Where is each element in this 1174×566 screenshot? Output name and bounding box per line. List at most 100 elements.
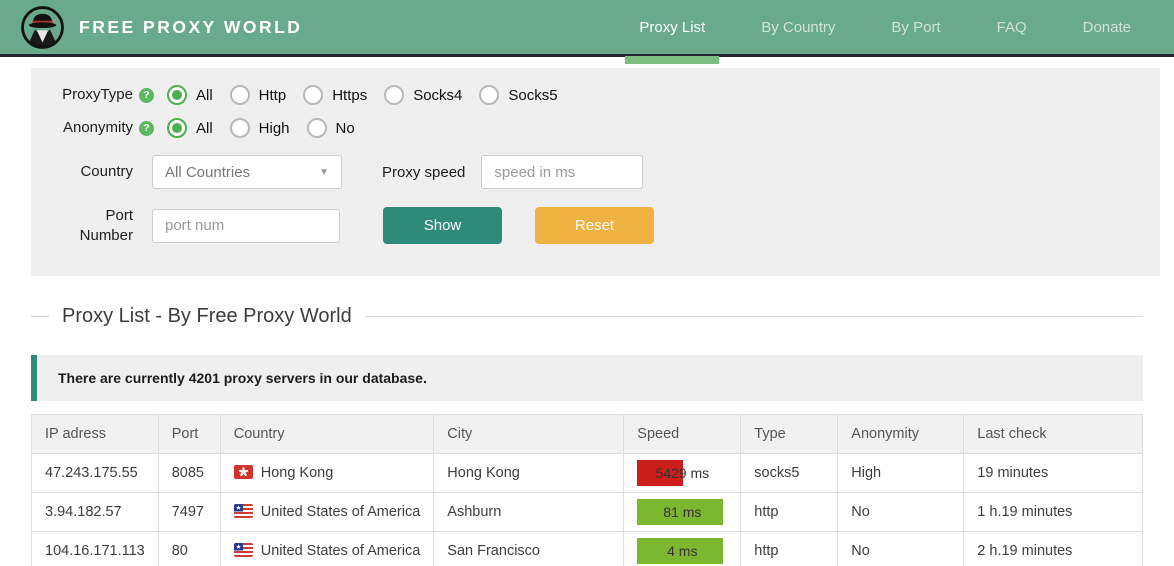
anonymity-label: Anonymity <box>62 119 133 137</box>
port-cell: 80 <box>157 531 221 566</box>
anonymity-options: All High No <box>167 118 372 138</box>
radio-anonymity-no[interactable]: No <box>306 118 355 138</box>
radio-proxytype-all[interactable]: All <box>167 85 213 105</box>
proxy-type-row: ProxyType ? All Http Https Socks4 Socks5 <box>55 85 1160 105</box>
last-check-cell: 19 minutes <box>963 453 1143 493</box>
proxy-speed-label: Proxy speed <box>382 163 466 181</box>
port-buttons-row: Port Number Show Reset <box>55 206 1160 245</box>
radio-icon <box>479 85 500 105</box>
radio-label: No <box>335 119 355 137</box>
radio-anonymity-all[interactable]: All <box>167 118 213 138</box>
city-cell: Ashburn <box>433 492 624 532</box>
radio-label: Socks4 <box>413 86 463 104</box>
radio-label: All <box>196 86 213 104</box>
country-name: Hong Kong <box>260 465 334 481</box>
speed-cell: 5429 ms <box>623 453 741 493</box>
port-cell: 7497 <box>157 492 221 532</box>
speed-cell: 81 ms <box>623 492 741 532</box>
section-header: Proxy List - By Free Proxy World <box>31 305 1143 328</box>
country-select-value: All Countries <box>165 163 251 181</box>
proxy-type-options: All Http Https Socks4 Socks5 <box>167 85 575 105</box>
speed-cell: 4 ms <box>623 531 741 566</box>
radio-icon <box>384 85 405 105</box>
nav-by-country[interactable]: By Country <box>761 0 835 56</box>
radio-label: All <box>196 119 213 137</box>
table-row: 104.16.171.113 80 United States of Ameri… <box>31 531 1143 566</box>
ip-cell: 104.16.171.113 <box>31 531 159 566</box>
nav-faq[interactable]: FAQ <box>997 0 1027 56</box>
page-title: Proxy List - By Free Proxy World <box>62 305 352 327</box>
page: FREE PROXY WORLD Proxy List By Country B… <box>0 0 1174 566</box>
proxy-count-alert: There are currently 4201 proxy servers i… <box>31 355 1143 401</box>
col-ip[interactable]: IP adress <box>31 414 159 454</box>
country-cell: United States of America <box>219 492 434 532</box>
filter-panel: ProxyType ? All Http Https Socks4 Socks5… <box>31 68 1160 276</box>
proxy-speed-input[interactable] <box>481 155 644 189</box>
country-select[interactable]: All Countries ▼ <box>152 155 342 189</box>
radio-label: Http <box>258 86 287 104</box>
anonymity-cell: High <box>837 453 964 493</box>
type-cell: socks5 <box>740 453 838 493</box>
col-country[interactable]: Country <box>219 414 434 454</box>
help-icon[interactable]: ? <box>139 120 154 136</box>
nav-by-port[interactable]: By Port <box>891 0 940 56</box>
col-speed[interactable]: Speed <box>623 414 741 454</box>
radio-icon <box>229 118 250 138</box>
radio-icon <box>303 85 324 105</box>
brand[interactable]: FREE PROXY WORLD <box>20 5 302 50</box>
ip-cell: 47.243.175.55 <box>31 453 159 493</box>
col-port[interactable]: Port <box>157 414 221 454</box>
nav-proxy-list[interactable]: Proxy List <box>625 0 720 64</box>
radio-icon <box>229 85 250 105</box>
radio-proxytype-socks5[interactable]: Socks5 <box>479 85 558 105</box>
table-row: 3.94.182.57 7497 United States of Americ… <box>31 492 1143 532</box>
header: FREE PROXY WORLD Proxy List By Country B… <box>0 0 1174 64</box>
port-cell: 8085 <box>157 453 221 493</box>
divider <box>364 316 1143 317</box>
col-type[interactable]: Type <box>740 414 838 454</box>
country-name: United States of America <box>260 504 421 520</box>
divider <box>31 316 49 317</box>
type-cell: http <box>740 492 838 532</box>
radio-proxytype-https[interactable]: Https <box>303 85 367 105</box>
city-cell: Hong Kong <box>433 453 624 493</box>
proxy-type-label: ProxyType <box>62 86 133 104</box>
radio-checked-icon <box>167 118 187 138</box>
last-check-cell: 1 h.19 minutes <box>963 492 1143 532</box>
type-cell: http <box>740 531 838 566</box>
radio-label: Https <box>332 86 368 104</box>
reset-button[interactable]: Reset <box>535 207 654 244</box>
country-cell: United States of America <box>219 531 434 566</box>
col-last-check[interactable]: Last check <box>963 414 1143 454</box>
speed-value: 5429 ms <box>655 465 710 481</box>
anonymity-row: Anonymity ? All High No <box>55 118 1160 138</box>
radio-proxytype-socks4[interactable]: Socks4 <box>384 85 462 105</box>
radio-checked-icon <box>167 85 187 105</box>
country-name: United States of America <box>260 543 421 559</box>
help-icon[interactable]: ? <box>139 87 154 103</box>
radio-label: High <box>258 119 290 137</box>
chevron-down-icon: ▼ <box>319 166 329 178</box>
spy-logo-icon <box>21 5 64 49</box>
flag-usa-icon <box>233 543 253 557</box>
radio-proxytype-http[interactable]: Http <box>229 85 287 105</box>
speed-value: 81 ms <box>663 504 702 520</box>
port-number-label: Port Number <box>79 207 133 244</box>
flag-usa-icon <box>233 504 253 518</box>
radio-icon <box>306 118 327 138</box>
flag-hong-kong-icon <box>233 465 253 479</box>
anonymity-cell: No <box>837 492 964 532</box>
table-header-row: IP adress Port Country City Speed Type A… <box>31 414 1143 454</box>
show-button[interactable]: Show <box>383 207 502 244</box>
col-anonymity[interactable]: Anonymity <box>837 414 964 454</box>
radio-anonymity-high[interactable]: High <box>229 118 290 138</box>
nav-donate[interactable]: Donate <box>1083 0 1131 56</box>
country-cell: Hong Kong <box>219 453 434 493</box>
col-city[interactable]: City <box>433 414 624 454</box>
port-number-input[interactable] <box>152 208 340 243</box>
country-label: Country <box>80 163 133 181</box>
country-speed-row: Country All Countries ▼ Proxy speed <box>55 155 1160 189</box>
anonymity-cell: No <box>837 531 964 566</box>
brand-name: FREE PROXY WORLD <box>79 16 303 37</box>
proxy-table: IP adress Port Country City Speed Type A… <box>31 414 1143 566</box>
